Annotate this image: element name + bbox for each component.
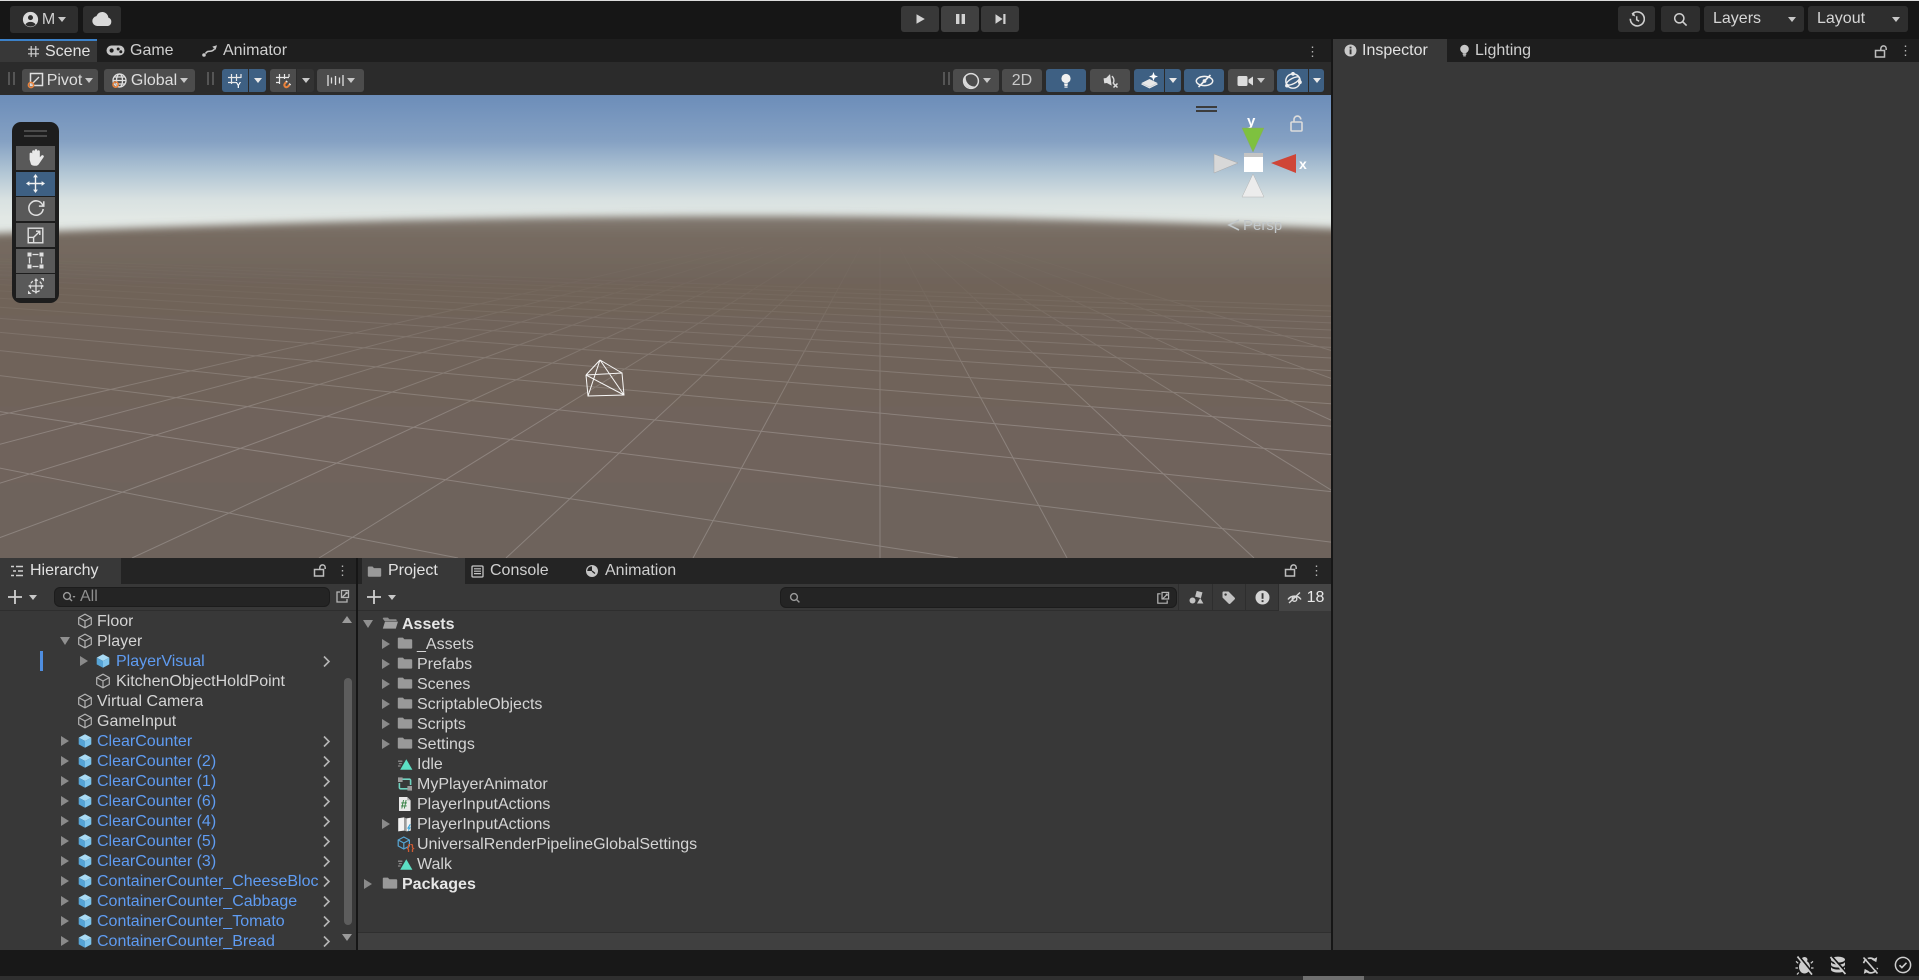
svg-text:Persp: Persp [1243, 217, 1282, 234]
svg-text:x: x [1299, 156, 1307, 172]
svg-text:y: y [1247, 113, 1256, 130]
svg-text:Y: Y [236, 80, 242, 89]
